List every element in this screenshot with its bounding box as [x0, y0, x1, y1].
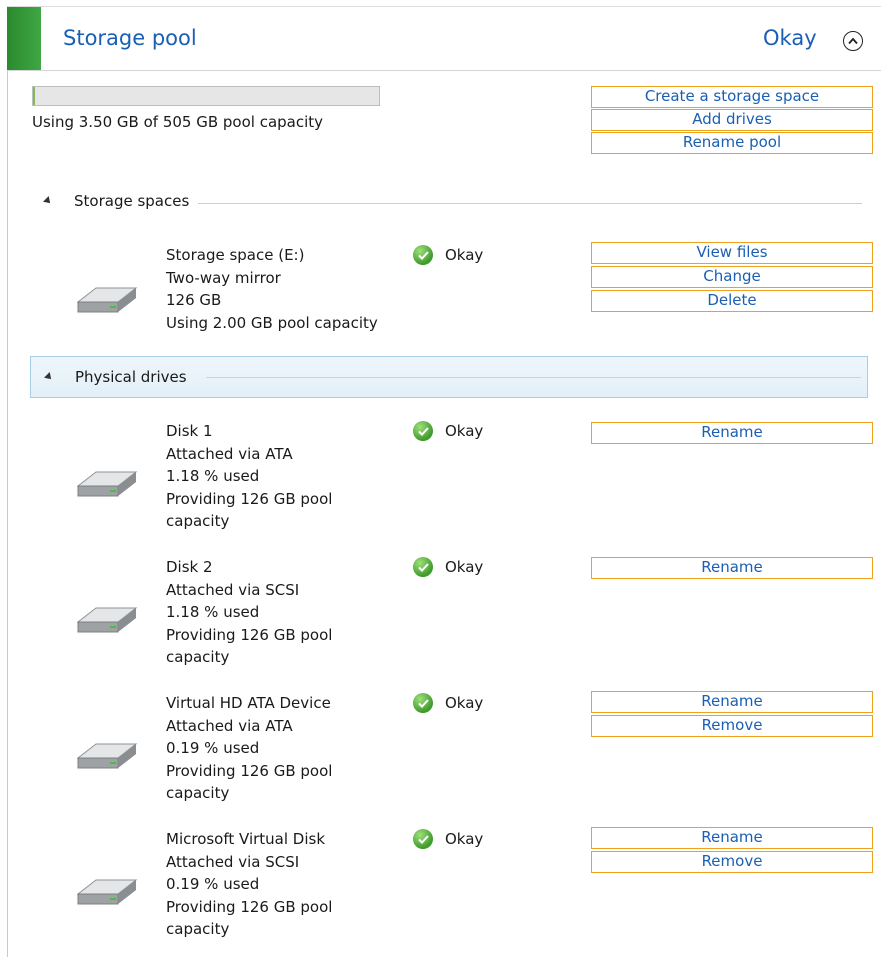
drive-name: Disk 2 — [166, 558, 213, 576]
drive-used: 1.18 % used — [166, 467, 260, 485]
rename-pool-link[interactable]: Rename pool — [591, 132, 873, 154]
status-okay: Okay — [413, 556, 483, 578]
drive-details: Disk 1 Attached via ATA 1.18 % used Prov… — [166, 420, 332, 533]
section-label: Storage spaces — [74, 192, 190, 210]
drive-providing-cont: capacity — [166, 784, 230, 802]
drive-providing: Providing 126 GB pool — [166, 761, 333, 780]
checkmark-icon — [413, 421, 433, 441]
drive-attach: Attached via ATA — [166, 716, 293, 735]
drive-providing-cont: capacity — [166, 648, 230, 666]
storage-spaces-section-header[interactable]: Storage spaces — [30, 192, 862, 214]
drive-providing: Providing 126 GB pool — [166, 489, 333, 508]
status-okay: Okay — [413, 828, 483, 850]
section-divider — [198, 203, 862, 204]
rename-drive-link[interactable]: Rename — [591, 691, 873, 713]
rename-drive-link[interactable]: Rename — [591, 827, 873, 849]
expand-triangle-icon — [43, 196, 53, 206]
remove-drive-link[interactable]: Remove — [591, 715, 873, 737]
hard-drive-icon — [76, 471, 138, 497]
status-text: Okay — [445, 422, 484, 440]
status-okay: Okay — [413, 692, 483, 714]
page-title: Storage pool — [63, 26, 197, 50]
hard-drive-icon — [76, 607, 138, 633]
storage-pool-header: Storage pool Okay — [7, 7, 881, 71]
pool-usage-text: Using 3.50 GB of 505 GB pool capacity — [32, 113, 324, 131]
chevron-up-icon — [848, 37, 858, 45]
checkmark-icon — [413, 693, 433, 713]
view-files-link[interactable]: View files — [591, 242, 873, 264]
collapse-button[interactable] — [843, 31, 863, 51]
status-text: Okay — [445, 694, 484, 712]
add-drives-link[interactable]: Add drives — [591, 109, 873, 131]
remove-drive-link[interactable]: Remove — [591, 851, 873, 873]
create-storage-space-link[interactable]: Create a storage space — [591, 86, 873, 108]
drive-name: Disk 1 — [166, 422, 213, 440]
storage-space-usage: Using 2.00 GB pool capacity — [166, 313, 378, 332]
status-okay: Okay — [413, 244, 483, 266]
drive-details: Microsoft Virtual Disk Attached via SCSI… — [166, 828, 332, 941]
pool-capacity-bar — [32, 86, 380, 106]
change-link[interactable]: Change — [591, 266, 873, 288]
physical-drives-section-header[interactable]: Physical drives — [30, 356, 868, 398]
expand-triangle-icon — [44, 372, 54, 382]
drive-name: Virtual HD ATA Device — [166, 694, 331, 712]
status-text: Okay — [445, 558, 484, 576]
hard-drive-icon — [76, 743, 138, 769]
delete-link[interactable]: Delete — [591, 290, 873, 312]
drive-providing: Providing 126 GB pool — [166, 625, 333, 644]
checkmark-icon — [413, 245, 433, 265]
rename-drive-link[interactable]: Rename — [591, 422, 873, 444]
hard-drive-icon — [76, 287, 138, 313]
drive-details: Disk 2 Attached via SCSI 1.18 % used Pro… — [166, 556, 332, 669]
checkmark-icon — [413, 829, 433, 849]
drive-attach: Attached via ATA — [166, 444, 293, 463]
pool-capacity-fill — [33, 87, 36, 105]
drive-used: 0.19 % used — [166, 875, 260, 893]
hard-drive-icon — [76, 879, 138, 905]
drive-details: Virtual HD ATA Device Attached via ATA 0… — [166, 692, 332, 805]
storage-space-size: 126 GB — [166, 291, 222, 309]
drive-providing-cont: capacity — [166, 512, 230, 530]
drive-providing-cont: capacity — [166, 920, 230, 938]
storage-space-type: Two-way mirror — [166, 268, 281, 287]
checkmark-icon — [413, 557, 433, 577]
storage-space-details: Storage space (E:) Two-way mirror 126 GB… — [166, 244, 378, 334]
section-label: Physical drives — [75, 368, 187, 386]
drive-used: 1.18 % used — [166, 603, 260, 621]
drive-attach: Attached via SCSI — [166, 580, 300, 599]
status-accent-bar — [7, 7, 41, 70]
status-text: Okay — [445, 246, 484, 264]
section-divider — [206, 377, 861, 378]
drive-used: 0.19 % used — [166, 739, 260, 757]
drive-name: Microsoft Virtual Disk — [166, 830, 326, 848]
status-text: Okay — [445, 830, 484, 848]
drive-providing: Providing 126 GB pool — [166, 897, 333, 916]
storage-space-name: Storage space (E:) — [166, 246, 305, 264]
status-okay: Okay — [413, 420, 483, 442]
rename-drive-link[interactable]: Rename — [591, 557, 873, 579]
pool-status: Okay — [763, 26, 817, 50]
drive-attach: Attached via SCSI — [166, 852, 300, 871]
